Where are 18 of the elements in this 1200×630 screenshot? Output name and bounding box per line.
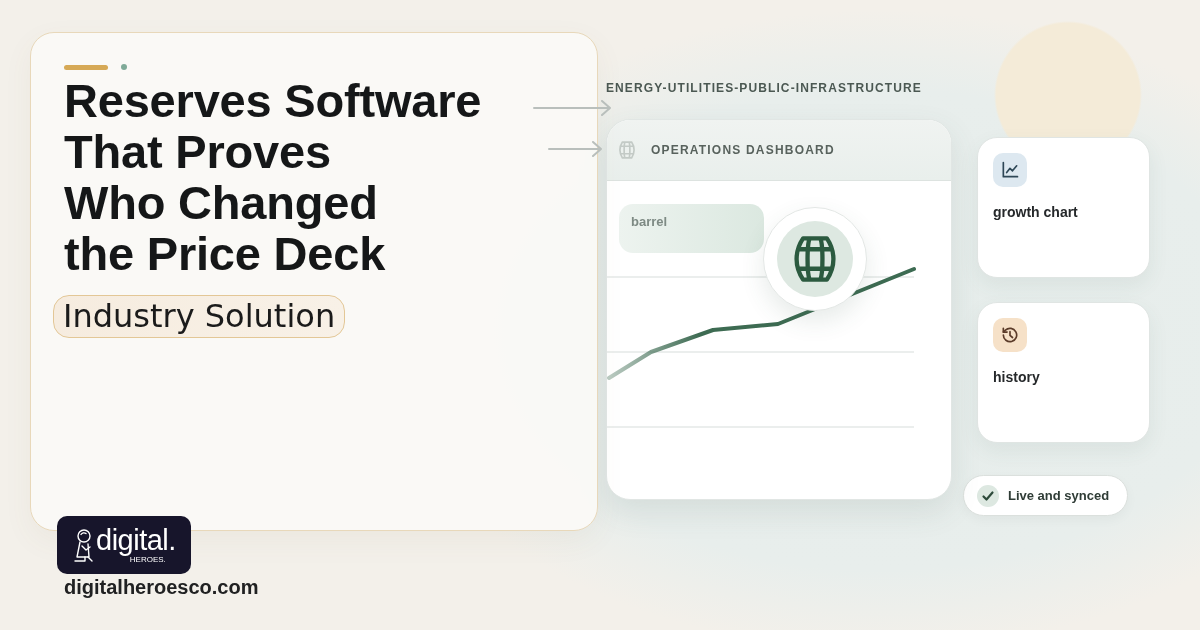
logo-subtext: HEROES.: [129, 555, 166, 564]
check-icon: [977, 484, 999, 507]
dot-icon: [121, 64, 127, 70]
panel-title: OPERATIONS DASHBOARD: [651, 143, 835, 157]
website-url: digitalheroesco.com: [64, 575, 260, 599]
status-text: Live and synced: [1008, 488, 1110, 503]
barrel-icon: [617, 140, 637, 160]
label-chip: barrel: [619, 204, 764, 253]
card-label: history: [993, 369, 1041, 386]
arrow-icon: [548, 141, 603, 157]
breadcrumb-text: ENERGY-UTILITIES-PUBLIC-INFRASTRUCTURE: [606, 80, 923, 96]
category-tag: Industry Solution: [53, 295, 346, 338]
accent-bar: [64, 64, 108, 70]
history-icon: [993, 318, 1027, 352]
arrow-icon: [533, 100, 612, 116]
line-chart-icon: [993, 153, 1027, 187]
card-label: growth chart: [993, 204, 1079, 221]
hero-title: Reserves Software That Proves Who Changed the Price Deck: [64, 75, 483, 279]
